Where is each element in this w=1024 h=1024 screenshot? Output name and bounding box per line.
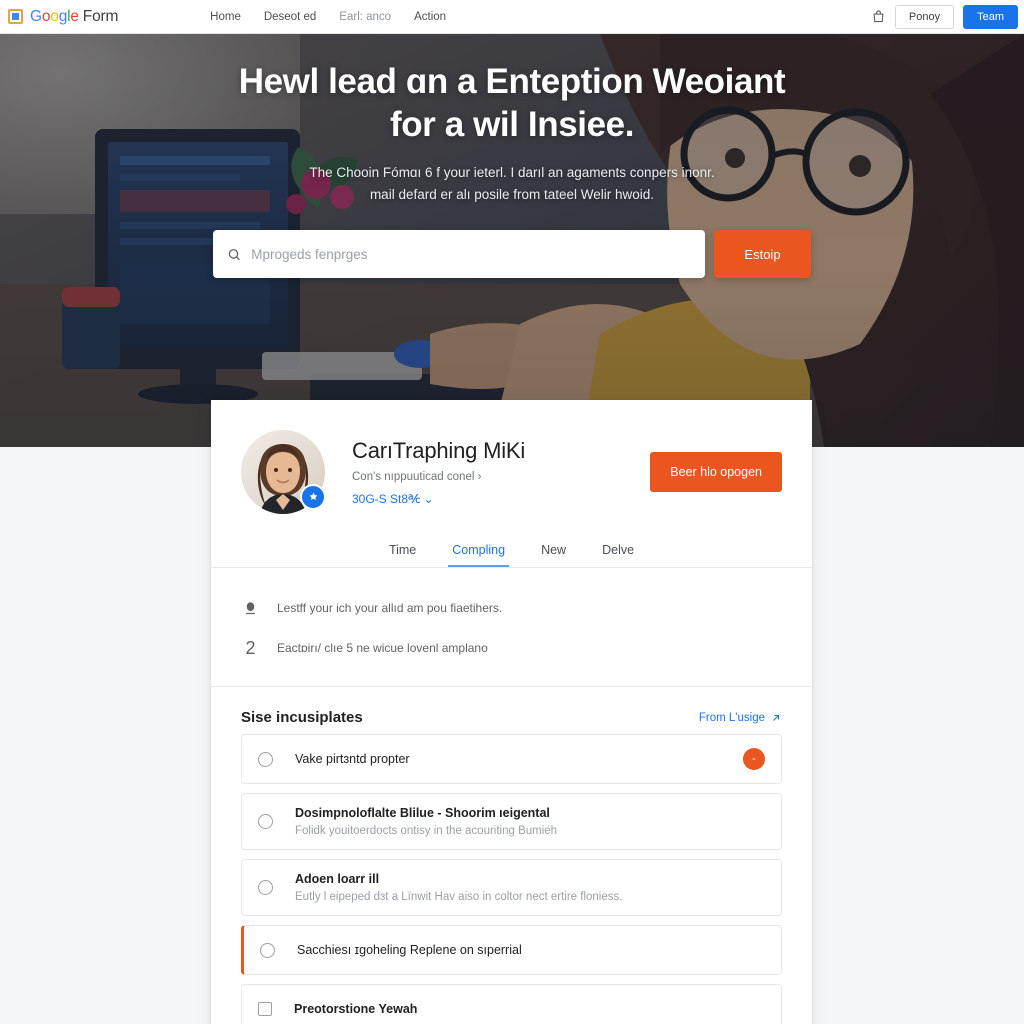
ponoy-button[interactable]: Ponoy xyxy=(894,4,955,29)
page-root: Google Form Home Deseot ed Earl: anco Act… xyxy=(0,0,1024,1024)
download-icon xyxy=(241,601,260,616)
top-navigation-bar: Google Form Home Deseot ed Earl: anco Act… xyxy=(0,0,1024,34)
info-row-number: 2 xyxy=(245,637,256,658)
search-icon xyxy=(228,248,240,260)
radio-icon[interactable] xyxy=(258,814,273,829)
tab-new[interactable]: New xyxy=(537,534,570,567)
search-submit-button[interactable]: Estoip xyxy=(714,230,811,279)
profile-name: CarıTraphing MiKi xyxy=(352,438,526,463)
brand-suffix: Form xyxy=(82,7,119,25)
logo-letter-g: G xyxy=(30,7,42,25)
radio-icon[interactable] xyxy=(260,942,275,958)
nav-link-deseot-ed[interactable]: Deseot ed xyxy=(264,11,316,23)
option-title: Dosimpnoloflalte Blilue - Shoorim ıeigen… xyxy=(295,806,550,820)
main-content-card: CarıTraphing MiKi Con's nıppuuticad cone… xyxy=(211,400,812,1024)
hero-title: Hewl lead ɑn a Enteption Weoiant for a w… xyxy=(202,61,822,146)
list-item[interactable]: Adoen loarr ill Eutly l eipeped dɜt a Lï… xyxy=(241,859,782,916)
info-list: Lestff your ich your allıd am pou fiaeti… xyxy=(211,568,812,687)
hero-content: Hewl lead ɑn a Enteption Weoiant for a w… xyxy=(0,34,1024,279)
badge-glyph xyxy=(309,492,317,500)
templates-section: Sise incusiplates From L'usige xyxy=(211,687,812,734)
list-item[interactable]: Vake pirtɜntd propter - xyxy=(241,734,782,784)
section-header: Sise incusiplates From L'usige xyxy=(241,709,782,726)
option-title: Adoen loarr ill xyxy=(295,872,380,886)
download-glyph xyxy=(246,601,255,614)
section-title: Sise incusiplates xyxy=(241,709,363,726)
hero-title-line-2: for a wil Insiee. xyxy=(389,104,635,144)
option-title: Preotorstione Yewah xyxy=(294,1002,418,1016)
logo-letter-e: e xyxy=(70,7,79,25)
brand-logo[interactable]: Google Form xyxy=(0,8,118,26)
team-button[interactable]: Team xyxy=(963,4,1018,29)
shopping-bag-icon[interactable] xyxy=(871,9,886,24)
profile-stat-link[interactable]: 30G-S St8℀ ⌄ xyxy=(352,492,525,506)
search-box[interactable] xyxy=(213,230,705,279)
brand-text: Google Form xyxy=(30,8,118,26)
options-list: Vake pirtɜntd propter - Dosimpnoloflalte… xyxy=(211,734,812,1024)
external-link-icon xyxy=(773,714,780,721)
profile-cta-button[interactable]: Beer hlo opogen xyxy=(650,452,782,492)
logo-letter-g2: g xyxy=(58,7,68,25)
tab-delve[interactable]: Delve xyxy=(598,534,638,567)
option-title: Sacchiesı ɪgoheling Replene on sıperrial xyxy=(297,943,522,957)
tab-compling[interactable]: Compling xyxy=(448,534,510,567)
option-body: Dosimpnoloflalte Blilue - Shoorim ıeigen… xyxy=(295,806,765,837)
profile-meta: CarıTraphing MiKi Con's nıppuuticad cone… xyxy=(352,438,525,506)
hero-title-line-1: Hewl lead ɑn a Enteption Weoiant xyxy=(238,62,786,101)
info-row-text: Eactɒirı/ clıe 5 ne wicue lovenl amplano xyxy=(277,641,488,655)
search-input[interactable] xyxy=(251,246,691,262)
status-badge: - xyxy=(743,748,765,770)
profile-subtitle[interactable]: Con's nıppuuticad conel › xyxy=(352,471,525,483)
radio-icon[interactable] xyxy=(258,880,273,895)
list-item[interactable]: Dosimpnoloflalte Blilue - Shoorim ıeigen… xyxy=(241,793,782,850)
verified-badge-icon xyxy=(300,484,326,510)
info-row: Lestff your ich your allıd am pou fiaeti… xyxy=(241,588,782,628)
nav-link-action[interactable]: Action xyxy=(414,11,446,23)
option-body: Preotorstione Yewah xyxy=(294,1002,765,1016)
radio-icon[interactable] xyxy=(258,751,273,767)
section-external-link[interactable]: From L'usige xyxy=(699,712,782,724)
card-tabs: Time Compling New Delve xyxy=(211,534,812,568)
option-subtitle: Eutly l eipeped dɜt a Lïnwit Hav aiso in… xyxy=(295,891,623,903)
option-body: Sacchiesı ɪgoheling Replene on sıperrial xyxy=(297,943,765,957)
google-form-icon xyxy=(8,9,23,24)
list-item[interactable]: Sacchiesı ɪgoheling Replene on sıperrial xyxy=(241,925,782,975)
tab-time[interactable]: Time xyxy=(385,534,420,567)
avatar-wrap xyxy=(241,430,326,514)
nav-actions: Ponoy Team xyxy=(871,4,1024,29)
nav-link-home[interactable]: Home xyxy=(210,11,241,23)
hero-subtitle: The Chooin Fómɑı 6 f your ieterl. I darı… xyxy=(277,162,747,206)
hero-subtitle-line-2: mail defard er alı posile from tateel We… xyxy=(369,187,655,203)
option-body: Adoen loarr ill Eutly l eipeped dɜt a Lï… xyxy=(295,872,765,903)
option-subtitle: Folidk youitoerdocts ontisy in the acour… xyxy=(295,825,558,837)
option-body: Vake pirtɜntd propter xyxy=(295,752,743,766)
hero-search-row: Estoip xyxy=(0,230,1024,279)
profile-header: CarıTraphing MiKi Con's nıppuuticad cone… xyxy=(211,400,812,534)
hero-banner: Hewl lead ɑn a Enteption Weoiant for a w… xyxy=(0,34,1024,447)
logo-letter-o2: o xyxy=(50,7,59,25)
nav-links: Home Deseot ed Earl: anco Action xyxy=(210,11,446,23)
nav-link-earl-anco[interactable]: Earl: anco xyxy=(339,11,391,23)
section-link-label: From L'usige xyxy=(698,711,765,724)
hero-subtitle-line-1: The Chooin Fómɑı 6 f your ieterl. I darı… xyxy=(309,165,715,181)
info-row: 2 Eactɒirı/ clıe 5 ne wicue lovenl ampla… xyxy=(241,628,782,668)
info-row-text: Lestff your ich your allıd am pou fiaeti… xyxy=(277,601,503,615)
checkbox-icon[interactable] xyxy=(258,1002,272,1016)
list-item[interactable]: Preotorstione Yewah xyxy=(241,984,782,1024)
option-title: Vake pirtɜntd propter xyxy=(295,752,410,766)
